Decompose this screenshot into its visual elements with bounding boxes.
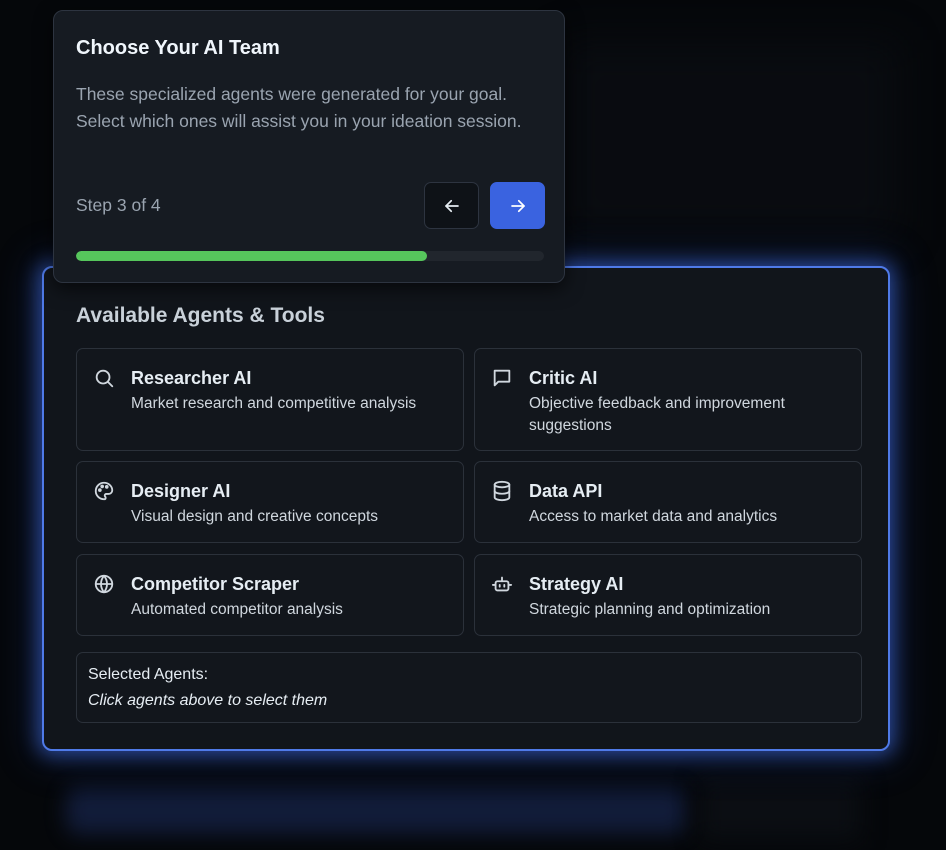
background-blurred-button — [66, 788, 686, 834]
selected-agents-label: Selected Agents: — [88, 666, 209, 683]
agent-name: Strategy AI — [529, 574, 624, 594]
arrow-right-icon — [509, 197, 527, 215]
agent-name: Data API — [529, 481, 603, 501]
agent-name: Critic AI — [529, 368, 598, 388]
app-stage: Available Agents & Tools Researcher AI M… — [0, 0, 946, 850]
panel-title: Available Agents & Tools — [76, 304, 325, 327]
agent-name: Designer AI — [131, 481, 231, 501]
globe-icon — [93, 573, 115, 595]
message-square-icon — [491, 367, 513, 389]
popover-title: Choose Your AI Team — [76, 37, 280, 59]
next-step-button[interactable] — [490, 182, 545, 229]
previous-step-button[interactable] — [424, 182, 479, 229]
agents-panel: Available Agents & Tools Researcher AI M… — [42, 266, 890, 751]
database-icon — [491, 480, 513, 502]
popover-description: These specialized agents were generated … — [76, 84, 522, 131]
agent-card-competitor-scraper[interactable]: Competitor Scraper Automated competitor … — [76, 554, 464, 636]
arrow-left-icon — [443, 197, 461, 215]
agent-description: Objective feedback and improvement sugge… — [529, 395, 785, 434]
agent-description: Access to market data and analytics — [529, 508, 778, 525]
agent-description: Automated competitor analysis — [131, 601, 343, 618]
step-counter: Step 3 of 4 — [76, 195, 161, 215]
selected-agents-box: Selected Agents: Click agents above to s… — [76, 652, 862, 723]
background-blur — [700, 780, 860, 840]
agent-card-data-api[interactable]: Data API Access to market data and analy… — [474, 461, 862, 543]
agent-description: Visual design and creative concepts — [131, 508, 379, 525]
agent-card-designer-ai[interactable]: Designer AI Visual design and creative c… — [76, 461, 464, 543]
agent-description: Market research and competitive analysis — [131, 395, 417, 412]
tour-popover: Choose Your AI Team These specialized ag… — [53, 10, 565, 283]
progress-bar-fill — [76, 251, 427, 261]
background-blur — [560, 40, 900, 240]
bot-icon — [491, 573, 513, 595]
agent-name: Competitor Scraper — [131, 574, 300, 594]
search-icon — [93, 367, 115, 389]
agent-card-strategy-ai[interactable]: Strategy AI Strategic planning and optim… — [474, 554, 862, 636]
agent-card-critic-ai[interactable]: Critic AI Objective feedback and improve… — [474, 348, 862, 451]
agent-name: Researcher AI — [131, 368, 252, 388]
agent-description: Strategic planning and optimization — [529, 601, 771, 618]
palette-icon — [93, 480, 115, 502]
progress-bar — [76, 251, 544, 261]
agent-card-researcher-ai[interactable]: Researcher AI Market research and compet… — [76, 348, 464, 451]
selected-agents-hint: Click agents above to select them — [88, 692, 328, 709]
